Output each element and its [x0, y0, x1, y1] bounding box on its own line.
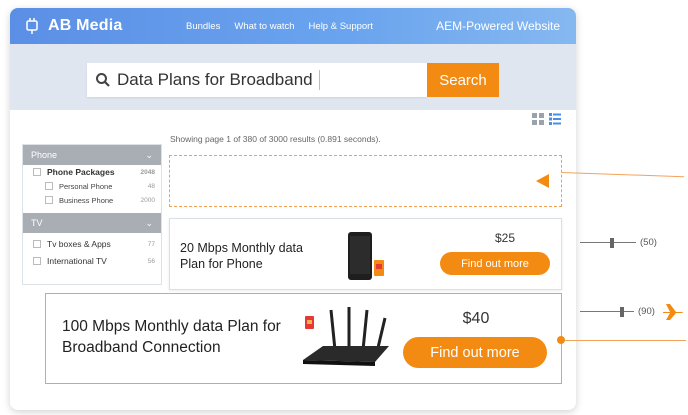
grid-view-icon[interactable]	[532, 113, 544, 125]
connector-line	[561, 172, 684, 178]
filter-group-label: TV	[31, 218, 43, 228]
plan-title: 20 Mbps Monthly data Plan for Phone	[180, 241, 303, 272]
filter-sidebar: Phone ⌄ Phone Packages 2048 Personal Pho…	[22, 144, 162, 285]
checkbox[interactable]	[45, 182, 53, 190]
filter-business-phone[interactable]: Business Phone 2000	[23, 193, 161, 207]
filter-label: International TV	[47, 256, 107, 266]
filter-label: Personal Phone	[59, 181, 113, 191]
filter-group-tv[interactable]: TV ⌄	[23, 213, 161, 233]
filter-tv-boxes[interactable]: Tv boxes & Apps 77	[23, 237, 161, 251]
filter-personal-phone[interactable]: Personal Phone 48	[23, 179, 161, 193]
filter-group-phone[interactable]: Phone ⌄	[23, 145, 161, 165]
top-navigation-bar: AB Media Bundles What to watch Help & Su…	[10, 8, 576, 44]
filter-count: 2000	[140, 196, 155, 204]
brand-name: AB Media	[48, 17, 123, 34]
nav-link-bundles[interactable]: Bundles	[186, 21, 220, 32]
search-icon	[96, 73, 110, 87]
slider-track	[614, 242, 636, 243]
search-band: Data Plans for Broadband Search	[10, 44, 576, 110]
brand-logo[interactable]: AB Media	[24, 17, 174, 35]
chevron-down-icon: ⌄	[145, 217, 153, 228]
filter-group-label: Phone	[31, 150, 58, 160]
empty-result-slot	[169, 155, 562, 207]
filter-international-tv[interactable]: International TV 56	[23, 254, 161, 268]
search-input[interactable]: Data Plans for Broadband	[87, 63, 427, 97]
list-view-icon[interactable]	[549, 113, 561, 125]
checkbox[interactable]	[33, 168, 41, 176]
site-tagline: AEM-Powered Website	[436, 19, 560, 33]
checkbox[interactable]	[33, 240, 41, 248]
filter-label: Phone Packages	[47, 167, 115, 177]
checkbox[interactable]	[33, 257, 41, 265]
slider-track	[624, 311, 634, 312]
search-button[interactable]: Search	[427, 63, 499, 97]
filter-phone-packages[interactable]: Phone Packages 2048	[23, 165, 161, 179]
connector-line	[562, 340, 686, 341]
find-out-more-button[interactable]: Find out more	[440, 252, 550, 275]
view-toggle	[527, 113, 561, 125]
slider-track	[580, 311, 620, 312]
nav-link-what-to-watch[interactable]: What to watch	[234, 21, 294, 32]
bandwidth-slider[interactable]: (90)	[580, 306, 655, 317]
filter-count: 77	[147, 240, 155, 248]
checkbox[interactable]	[45, 196, 53, 204]
nav-link-help-support[interactable]: Help & Support	[309, 21, 373, 32]
filter-label: Tv boxes & Apps	[47, 239, 111, 249]
find-out-more-button[interactable]: Find out more	[403, 337, 547, 368]
result-card-broadband-plan: 100 Mbps Monthly data Plan for Broadband…	[45, 293, 562, 384]
plan-price: $25	[494, 231, 516, 245]
result-card-phone-plan: 20 Mbps Monthly data Plan for Phone $25 …	[169, 218, 562, 290]
plug-icon	[26, 18, 38, 34]
chevron-down-icon: ⌄	[145, 149, 153, 160]
filter-count: 48	[147, 182, 155, 190]
slider-value: (90)	[638, 306, 655, 317]
plan-title: 100 Mbps Monthly data Plan for Broadband…	[62, 318, 281, 356]
connector-dot	[557, 336, 565, 344]
filter-count: 2048	[140, 168, 155, 176]
slider-value: (50)	[640, 237, 657, 248]
filter-count: 56	[147, 257, 155, 265]
router-sim-icon	[303, 307, 389, 366]
search-query-text: Data Plans for Broadband	[117, 70, 313, 89]
text-cursor	[318, 70, 320, 90]
plan-price: $40	[462, 310, 490, 327]
results-summary: Showing page 1 of 380 of 3000 results (0…	[170, 134, 381, 144]
airplane-icon	[663, 304, 683, 320]
main-nav: Bundles What to watch Help & Support	[186, 21, 387, 32]
smartphone-sim-icon	[348, 232, 384, 280]
bandwidth-slider[interactable]: (50)	[580, 237, 657, 248]
slider-track	[580, 242, 610, 243]
arrow-left-icon	[536, 174, 549, 188]
filter-label: Business Phone	[59, 195, 114, 205]
